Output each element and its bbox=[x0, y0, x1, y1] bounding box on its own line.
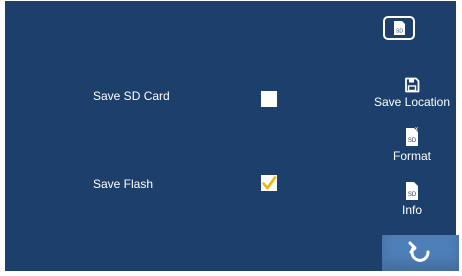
format-label: Format bbox=[392, 149, 431, 163]
back-button[interactable] bbox=[382, 235, 459, 271]
save-sd-card-checkbox[interactable] bbox=[261, 91, 277, 107]
floppy-disk-icon bbox=[405, 77, 420, 93]
sd-card-icon[interactable]: SD bbox=[383, 16, 415, 40]
svg-text:SD: SD bbox=[408, 192, 417, 198]
format-button[interactable]: x SD Format bbox=[367, 125, 457, 164]
sd-info-icon: SD bbox=[406, 182, 418, 200]
svg-text:SD: SD bbox=[396, 29, 403, 35]
info-label: Info bbox=[401, 203, 422, 217]
save-flash-checkbox[interactable] bbox=[261, 175, 277, 191]
sd-format-icon: x SD bbox=[406, 127, 418, 146]
save-flash-label: Save Flash bbox=[93, 177, 154, 191]
svg-text:x: x bbox=[415, 127, 418, 133]
save-location-button[interactable]: Save Location bbox=[367, 77, 457, 109]
back-arrow-icon bbox=[408, 241, 430, 262]
save-sd-card-label: Save SD Card bbox=[93, 89, 170, 103]
svg-text:SD: SD bbox=[408, 138, 417, 144]
info-button[interactable]: SD Info bbox=[367, 179, 457, 217]
settings-screen: SD Save SD Card Save Flash Save Location… bbox=[5, 1, 459, 271]
save-location-label: Save Location bbox=[373, 95, 451, 109]
checkmark-icon bbox=[262, 176, 277, 190]
